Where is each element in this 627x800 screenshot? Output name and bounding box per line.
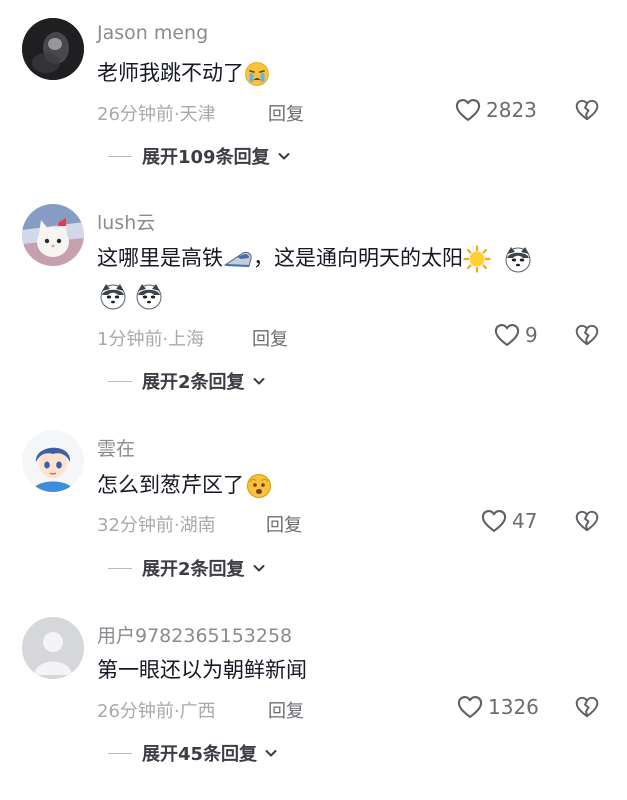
dark-photo-avatar-icon xyxy=(22,18,84,80)
fearful-yellow-emoji-icon xyxy=(247,474,271,498)
chevron-down-icon xyxy=(251,373,267,389)
expand-replies-button[interactable]: 展开2条回复 xyxy=(108,368,267,394)
sun-emoji-icon xyxy=(463,245,491,273)
like-button[interactable]: 1326 xyxy=(456,693,539,721)
expand-replies-button[interactable]: 展开109条回复 xyxy=(108,143,292,169)
comment-time-location: 32分钟前·湖南 xyxy=(97,515,216,536)
comment-text-part: ，这是通向明天的太阳 xyxy=(253,246,463,270)
avatar[interactable] xyxy=(22,18,84,80)
broken-heart-icon[interactable] xyxy=(574,508,600,534)
heart-icon xyxy=(480,507,508,535)
comment-username[interactable]: lush云 xyxy=(97,208,155,235)
white-cat-avatar-icon xyxy=(22,204,84,266)
like-count: 9 xyxy=(525,323,538,347)
expand-replies-label: 展开2条回复 xyxy=(142,372,245,393)
bullet-train-emoji-icon xyxy=(223,251,252,267)
comment-username[interactable]: 雲在 xyxy=(97,434,135,461)
husky-emoji-icon xyxy=(135,282,163,310)
chevron-down-icon xyxy=(276,148,292,164)
husky-emoji-icon xyxy=(99,282,127,310)
default-user-avatar-icon xyxy=(22,617,84,679)
heart-icon xyxy=(454,96,482,124)
broken-heart-icon[interactable] xyxy=(574,694,600,720)
crying-face-emoji-icon xyxy=(245,62,269,86)
comment-text: 这哪里是高铁 ，这是通向明天的太阳 xyxy=(97,243,532,273)
expand-replies-label: 展开45条回复 xyxy=(142,744,258,765)
avatar[interactable] xyxy=(22,204,84,266)
expand-replies-button[interactable]: 展开45条回复 xyxy=(108,740,279,766)
chevron-down-icon xyxy=(251,560,267,576)
divider-line xyxy=(108,567,132,569)
expand-replies-label: 展开2条回复 xyxy=(142,559,245,580)
comment-text-content: 怎么到葱芹区了 xyxy=(97,473,244,497)
comment-username[interactable]: Jason meng xyxy=(97,22,208,44)
like-button[interactable]: 9 xyxy=(493,321,538,349)
broken-heart-icon[interactable] xyxy=(574,97,600,123)
heart-icon xyxy=(456,693,484,721)
like-button[interactable]: 2823 xyxy=(454,96,537,124)
divider-line xyxy=(108,155,132,157)
expand-replies-button[interactable]: 展开2条回复 xyxy=(108,555,267,581)
comment-text-part: 这哪里是高铁 xyxy=(97,246,223,270)
comment-text: 老师我跳不动了 xyxy=(97,58,270,88)
comment-time-location: 26分钟前·广西 xyxy=(97,701,216,722)
avatar[interactable] xyxy=(22,617,84,679)
expand-replies-label: 展开109条回复 xyxy=(142,147,270,168)
comment-text: 怎么到葱芹区了 xyxy=(97,470,272,500)
divider-line xyxy=(108,752,132,754)
chevron-down-icon xyxy=(263,745,279,761)
like-count: 2823 xyxy=(486,98,537,122)
broken-heart-icon[interactable] xyxy=(574,322,600,348)
comment-time-location: 26分钟前·天津 xyxy=(97,104,216,125)
comment-text: 第一眼还以为朝鲜新闻 xyxy=(97,655,307,685)
like-button[interactable]: 47 xyxy=(480,507,537,535)
like-count: 47 xyxy=(512,509,538,533)
husky-emoji-icon xyxy=(504,245,532,273)
heart-icon xyxy=(493,321,521,349)
reply-button[interactable]: 回复 xyxy=(268,697,304,723)
reply-button[interactable]: 回复 xyxy=(268,100,304,126)
anime-boy-avatar-icon xyxy=(22,430,84,492)
comment-text-content: 老师我跳不动了 xyxy=(97,61,244,85)
reply-button[interactable]: 回复 xyxy=(266,511,302,537)
comment-time-location: 1分钟前·上海 xyxy=(97,329,205,350)
divider-line xyxy=(108,380,132,382)
avatar[interactable] xyxy=(22,430,84,492)
comment-text-content: 第一眼还以为朝鲜新闻 xyxy=(97,658,307,682)
like-count: 1326 xyxy=(488,695,539,719)
comment-username[interactable]: 用户9782365153258 xyxy=(97,621,292,648)
emoji-row xyxy=(99,282,163,310)
reply-button[interactable]: 回复 xyxy=(252,325,288,351)
